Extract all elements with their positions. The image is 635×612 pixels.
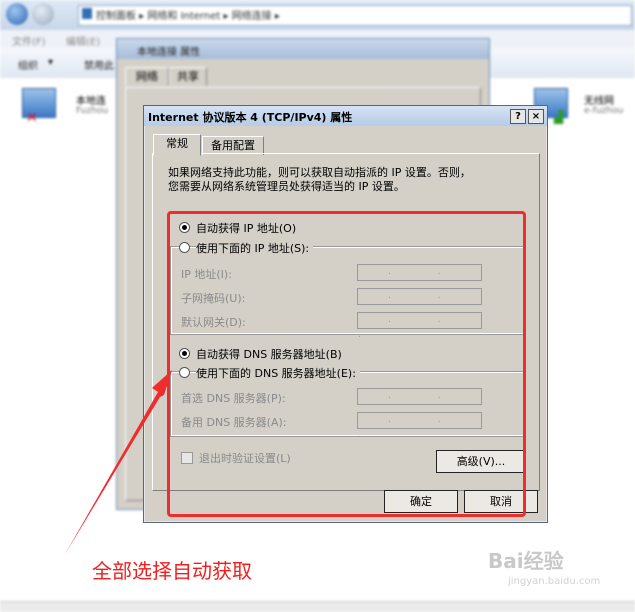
tab-general[interactable]: 常规 [153,134,201,156]
watermark-logo: Bai经验 [488,549,564,573]
annotation-text: 全部选择自动获取 [92,559,252,583]
watermark-url: jingyan.baidu.com [508,576,601,587]
annotation-arrow [64,370,172,556]
